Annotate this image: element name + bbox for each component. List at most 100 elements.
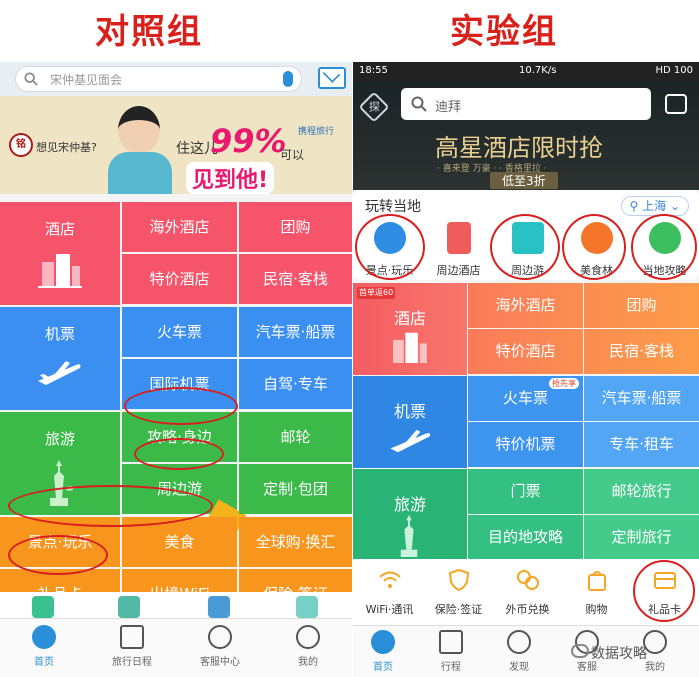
local-play-card: 玩转当地 ⚲ 上海 ⌄ 景点·玩乐 周边酒店 周边游 美食林 当地攻略 <box>353 190 699 280</box>
shopping-bag-icon <box>587 571 606 591</box>
banner-headline: 见到他! <box>186 162 275 194</box>
intl-flight-tile[interactable]: 国际机票 <box>122 359 237 409</box>
flight-tile[interactable]: 机票 <box>0 307 120 410</box>
group-buy-tile[interactable]: 团购 <box>584 283 699 328</box>
special-hotel-tile[interactable]: 特价酒店 <box>122 254 237 304</box>
banner-question: 想见宋仲基? <box>36 141 97 154</box>
explore-logo-icon[interactable]: 探 <box>358 91 390 123</box>
search-input[interactable]: 迪拜 <box>401 88 651 120</box>
tool-shopping[interactable]: 购物 <box>562 569 631 617</box>
early-access-badge: 抢先享 <box>549 378 579 389</box>
control-phone-screen: 宋仲基见面会 铭 想见宋仲基? 住这儿 99% 可以 见到他! 携程旅行 酒店 … <box>0 62 352 677</box>
airplane-icon <box>390 429 431 453</box>
cruise-tile[interactable]: 邮轮旅行 <box>584 469 699 514</box>
overseas-hotel-tile[interactable]: 海外酒店 <box>468 283 583 328</box>
tab-itinerary[interactable]: 旅行日程 <box>96 625 168 668</box>
travel-tile[interactable]: 旅游 <box>353 469 467 559</box>
tools-row: WiFi·通讯 保险·签证 外币兑换 购物 礼品卡 <box>353 559 699 625</box>
group-buy-tile[interactable]: 团购 <box>239 202 352 252</box>
tool-insurance[interactable]: 保险·签证 <box>424 568 493 617</box>
promo-banner[interactable]: 高星酒店限时抢 · 喜来登 万豪 · · 香格里拉 · 低至3折 <box>353 122 699 190</box>
tab-home[interactable]: 首页 <box>353 630 413 673</box>
custom-tour-tile[interactable]: 定制旅行 <box>584 515 699 560</box>
flight-tile[interactable]: 机票 <box>353 376 467 468</box>
play-item-nearby-hotels[interactable]: 周边酒店 <box>424 222 493 278</box>
special-flight-tile[interactable]: 特价机票 <box>468 422 583 467</box>
hotel-row: 酒店 海外酒店 团购 特价酒店 民宿·客栈 <box>0 202 352 305</box>
train-ticket-tile[interactable]: 火车票 <box>122 307 237 357</box>
headset-icon <box>208 625 232 649</box>
travel-tile[interactable]: 旅游 <box>0 412 120 515</box>
custom-tour-tile[interactable]: 定制·包团 <box>239 464 352 514</box>
play-item-label: 周边酒店 <box>436 264 481 277</box>
tab-home[interactable]: 首页 <box>8 625 80 668</box>
tab-itinerary-label: 旅行日程 <box>112 657 152 668</box>
play-item-food[interactable]: 美食林 <box>562 222 631 278</box>
gift-card-icon <box>653 572 676 589</box>
status-battery: HD 100 <box>655 65 694 76</box>
cruise-tile[interactable]: 邮轮 <box>239 412 352 462</box>
tab-profile[interactable]: 我的 <box>272 625 344 668</box>
attractions-tile[interactable]: 景点·玩乐 <box>0 517 120 567</box>
play-item-label: 美食林 <box>580 264 613 277</box>
bus-ferry-tile[interactable]: 汽车票·船票 <box>239 307 352 357</box>
tab-itinerary-label: 行程 <box>441 662 461 673</box>
promo-banner[interactable]: 铭 想见宋仲基? 住这儿 99% 可以 见到他! 携程旅行 <box>0 96 352 194</box>
hotel-tile[interactable]: 首单返60 酒店 <box>353 283 467 375</box>
tool-label: 礼品卡 <box>648 603 681 616</box>
play-item-attractions[interactable]: 景点·玩乐 <box>355 222 424 278</box>
tickets-tile[interactable]: 门票 <box>468 469 583 514</box>
tab-discover[interactable]: 发现 <box>489 630 549 673</box>
celebrity-image <box>108 106 172 194</box>
calendar-icon <box>120 625 144 649</box>
guide-nearby-tile[interactable]: 攻略·身边 <box>122 412 237 462</box>
home-icon <box>371 630 395 654</box>
play-item-local-guide[interactable]: 当地攻略 <box>630 222 699 278</box>
homestay-tile[interactable]: 民宿·客栈 <box>239 254 352 304</box>
play-item-nearby-trips[interactable]: 周边游 <box>493 222 562 278</box>
location-selector[interactable]: ⚲ 上海 ⌄ <box>620 196 689 216</box>
tab-service[interactable]: 客服中心 <box>184 625 256 668</box>
status-network-speed: 10.7K/s <box>519 65 557 76</box>
homestay-tile[interactable]: 民宿·客栈 <box>584 329 699 374</box>
destination-guide-tile[interactable]: 目的地攻略 <box>468 515 583 560</box>
home-icon <box>32 625 56 649</box>
brand-logo: 铭 <box>9 133 33 157</box>
train-ticket-tile[interactable]: 火车票 抢先享 <box>468 376 583 421</box>
tool-label: 购物 <box>585 603 608 616</box>
special-hotel-tile[interactable]: 特价酒店 <box>468 329 583 374</box>
car-rental-tile[interactable]: 自驾·专车 <box>239 359 352 409</box>
message-icon[interactable] <box>318 67 346 89</box>
nearby-trip-tile[interactable]: 周边游 当季推荐 <box>122 464 247 559</box>
global-shopping-tile[interactable]: 全球购·换汇 <box>239 517 352 567</box>
food-tile[interactable]: 美食 <box>122 517 237 567</box>
tab-service-label: 客服中心 <box>200 657 240 668</box>
overseas-hotel-tile[interactable]: 海外酒店 <box>122 202 237 252</box>
nearby-trip-label: 周边游 <box>156 480 202 498</box>
message-icon[interactable] <box>665 94 687 114</box>
microphone-icon[interactable] <box>283 71 293 87</box>
experiment-phone-screen: 18:55 10.7K/s HD 100 探 迪拜 高星酒店限时抢 · 喜来登 … <box>353 62 699 677</box>
bottom-tab-bar: 首页 旅行日程 客服中心 我的 <box>0 618 352 677</box>
tool-currency[interactable]: 外币兑换 <box>493 569 562 617</box>
search-icon <box>411 96 427 112</box>
banner-brand: 携程旅行 <box>298 127 335 137</box>
tool-gift-card[interactable]: 礼品卡 <box>630 569 699 617</box>
pavilion-icon <box>373 222 406 254</box>
tool-label: WiFi·通讯 <box>365 603 414 616</box>
wifi-icon <box>378 571 401 588</box>
search-input[interactable]: 宋仲基见面会 <box>15 66 302 92</box>
play-item-label: 景点·玩乐 <box>365 264 414 277</box>
car-rental-tile[interactable]: 专车·租车 <box>584 422 699 467</box>
bus-ferry-tile[interactable]: 汽车票·船票 <box>584 376 699 421</box>
currency-exchange-icon <box>516 570 539 590</box>
location-label: 上海 <box>642 199 667 213</box>
tab-itinerary[interactable]: 行程 <box>421 630 481 673</box>
hotel-tile[interactable]: 酒店 <box>0 202 120 305</box>
partial-icon <box>208 596 230 618</box>
banner-can-text: 可以 <box>280 148 305 162</box>
tab-home-label: 首页 <box>34 657 54 668</box>
banner-title: 高星酒店限时抢 <box>435 134 603 162</box>
tool-wifi[interactable]: WiFi·通讯 <box>355 569 424 617</box>
partial-icon-row <box>0 592 352 618</box>
